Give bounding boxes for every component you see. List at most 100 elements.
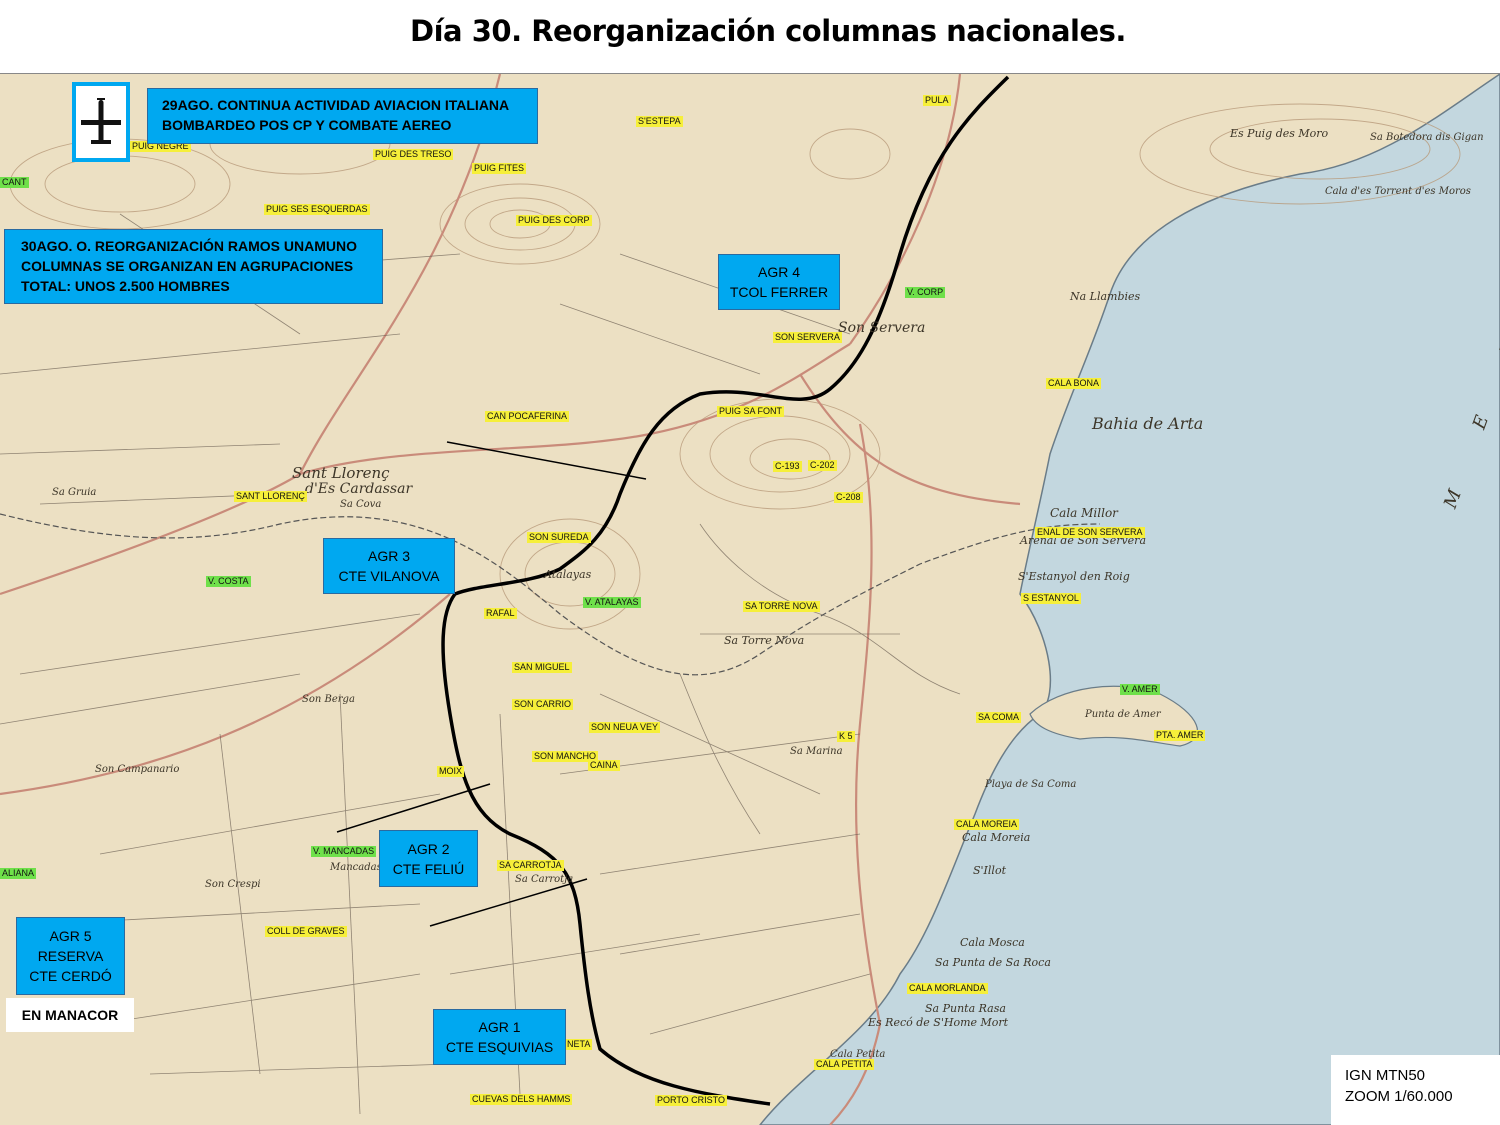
place-label: Sa Torre Nova — [724, 634, 805, 647]
place-label: Punta de Amer — [1085, 709, 1161, 720]
place-label: Cala Millor — [1050, 506, 1118, 520]
place-label: Sa Marina — [790, 746, 843, 757]
reorg-line: COLUMNAS SE ORGANIZAN EN AGRUPACIONES — [21, 258, 354, 274]
place-label: S'Estanyol den Roig — [1018, 570, 1130, 583]
place-label: Cala Moreia — [962, 831, 1031, 844]
place-label: Cala d'es Torrent d'es Moros — [1325, 186, 1471, 197]
group-name: AGR 3 — [367, 548, 410, 564]
group-agr2-box[interactable]: AGR 2 CTE FELIÚ — [379, 830, 478, 887]
place-label: Sa Botedora dis Gigan — [1370, 132, 1484, 143]
place-label: Playa de Sa Coma — [985, 779, 1077, 790]
map[interactable]: Bahia de Arta M E D I T E R R Sant Llore… — [0, 73, 1500, 1125]
group-commander: CTE CERDÓ — [29, 968, 112, 984]
group-agr1-box[interactable]: AGR 1 CTE ESQUIVIAS — [433, 1009, 566, 1065]
place-tag: PUIG DES TRESO — [373, 149, 454, 160]
place-tag: C-202 — [808, 460, 837, 471]
place-tag: CALA MORLANDA — [907, 983, 988, 994]
group-agr4-box[interactable]: AGR 4 TCOL FERRER — [718, 254, 840, 310]
reorg-line: 30AGO. O. REORGANIZACIÓN RAMOS UNAMUNO — [21, 238, 358, 254]
place-tag: CALA MOREIA — [954, 819, 1020, 830]
bay-label: Bahia de Arta — [1092, 414, 1204, 433]
unit-tag: ALIANA — [0, 868, 37, 879]
place-label: Sa Carrotja — [515, 874, 574, 885]
place-tag: ENAL DE SON SERVERA — [1035, 527, 1145, 538]
source-line: IGN MTN50 — [1345, 1067, 1426, 1084]
source-credit-box: IGN MTN50 ZOOM 1/60.000 — [1331, 1055, 1500, 1125]
aviation-line: BOMBARDEO POS CP Y COMBATE AEREO — [162, 117, 452, 133]
place-tag: S ESTANYOL — [1021, 593, 1081, 604]
group-name: AGR 2 — [407, 840, 450, 857]
place-tag: PUIG SA FONT — [717, 406, 785, 417]
place-tag: SA TORRE NOVA — [743, 601, 820, 612]
place-tag: C-193 — [773, 461, 802, 472]
place-label: Atalayas — [544, 568, 592, 581]
aviation-info-box: 29AGO. CONTINUA ACTIVIDAD AVIACION ITALI… — [147, 88, 538, 144]
place-tag: CAN POCAFERINA — [485, 411, 570, 422]
page-title: Día 30. Reorganización columnas nacional… — [410, 14, 1126, 48]
aviation-icon-box — [72, 82, 130, 162]
reorganization-info-box: 30AGO. O. REORGANIZACIÓN RAMOS UNAMUNO C… — [4, 229, 383, 304]
place-label: S'Illot — [973, 864, 1006, 877]
place-tag: CAINA — [588, 760, 620, 771]
place-label: Es Recó de S'Home Mort — [868, 1016, 1009, 1029]
place-tag: CALA BONA — [1046, 378, 1102, 389]
place-tag: C-208 — [834, 492, 863, 503]
en-manacor-label: EN MANACOR — [21, 1007, 119, 1023]
place-label: Sa Cova — [340, 499, 382, 510]
place-label: Na Llambies — [1070, 290, 1141, 303]
zoom-line: ZOOM 1/60.000 — [1345, 1088, 1453, 1105]
place-tag: SON NEUA VEY — [589, 722, 661, 733]
paths — [0, 213, 961, 1115]
place-tag: PULA — [923, 95, 951, 106]
place-tag: SAN MIGUEL — [512, 662, 572, 673]
unit-tag: V. ATALAYAS — [583, 597, 641, 608]
place-tag: SANT LLORENÇ — [234, 491, 307, 502]
aviation-line: 29AGO. CONTINUA ACTIVIDAD AVIACION ITALI… — [162, 97, 510, 113]
place-tag: PUIG DES CORP — [516, 215, 592, 226]
place-tag: SA COMA — [976, 712, 1022, 723]
place-label: Mancadas — [330, 862, 382, 873]
reorg-line: TOTAL: UNOS 2.500 HOMBRES — [21, 278, 230, 294]
place-label: Son Crespi — [205, 879, 261, 890]
group-agr3-box[interactable]: AGR 3 CTE VILANOVA — [323, 538, 455, 594]
group-agr5-box[interactable]: AGR 5 RESERVA CTE CERDÓ — [16, 917, 125, 995]
group-commander: CTE VILANOVA — [338, 568, 440, 584]
place-tag: MOIX — [437, 766, 465, 777]
place-label: Sa Punta Rasa — [925, 1002, 1006, 1015]
town-label: d'Es Cardassar — [305, 481, 413, 497]
group-status: RESERVA — [37, 948, 104, 964]
group-name: AGR 5 — [49, 928, 92, 944]
place-tag: NETA — [565, 1039, 593, 1050]
town-label: Son Servera — [838, 320, 926, 336]
unit-tag: CANT — [0, 177, 29, 188]
place-tag: PUIG FITES — [472, 163, 527, 174]
unit-tag: V. MANCADAS — [311, 846, 377, 857]
place-tag: CUEVAS DELS HAMMS — [470, 1094, 573, 1105]
place-label: Sa Punta de Sa Roca — [935, 956, 1051, 969]
place-tag: PTA. AMER — [1154, 730, 1206, 741]
place-tag: COLL DE GRAVES — [265, 926, 347, 937]
unit-tag: V. AMER — [1120, 684, 1160, 695]
group-commander: CTE ESQUIVIAS — [445, 1039, 554, 1055]
place-tag: PUIG SES ESQUERDAS — [264, 204, 370, 215]
place-tag: SON CARRIO — [512, 699, 574, 710]
place-tag: SA CARROTJA — [497, 860, 564, 871]
place-tag: RAFAL — [484, 608, 517, 619]
place-label: Es Puig des Moro — [1230, 127, 1329, 140]
town-label: Sant Llorenç — [292, 464, 390, 482]
group-name: AGR 1 — [478, 1019, 521, 1035]
group-commander: CTE FELIÚ — [392, 860, 465, 877]
place-label: Cala Mosca — [960, 936, 1025, 949]
place-label: Son Berga — [302, 694, 355, 705]
place-tag: S'ESTEPA — [636, 116, 683, 127]
place-tag: K 5 — [837, 731, 855, 742]
place-label: Sa Gruia — [52, 487, 97, 498]
group-commander: TCOL FERRER — [729, 284, 829, 300]
place-tag: SON SUREDA — [527, 532, 591, 543]
unit-tag: V. COSTA — [206, 576, 251, 587]
unit-tag: V. CORP — [905, 287, 946, 298]
en-manacor-box: EN MANACOR — [6, 998, 134, 1032]
airplane-icon — [81, 98, 121, 144]
place-tag: SON SERVERA — [773, 332, 842, 343]
group-name: AGR 4 — [757, 264, 800, 280]
